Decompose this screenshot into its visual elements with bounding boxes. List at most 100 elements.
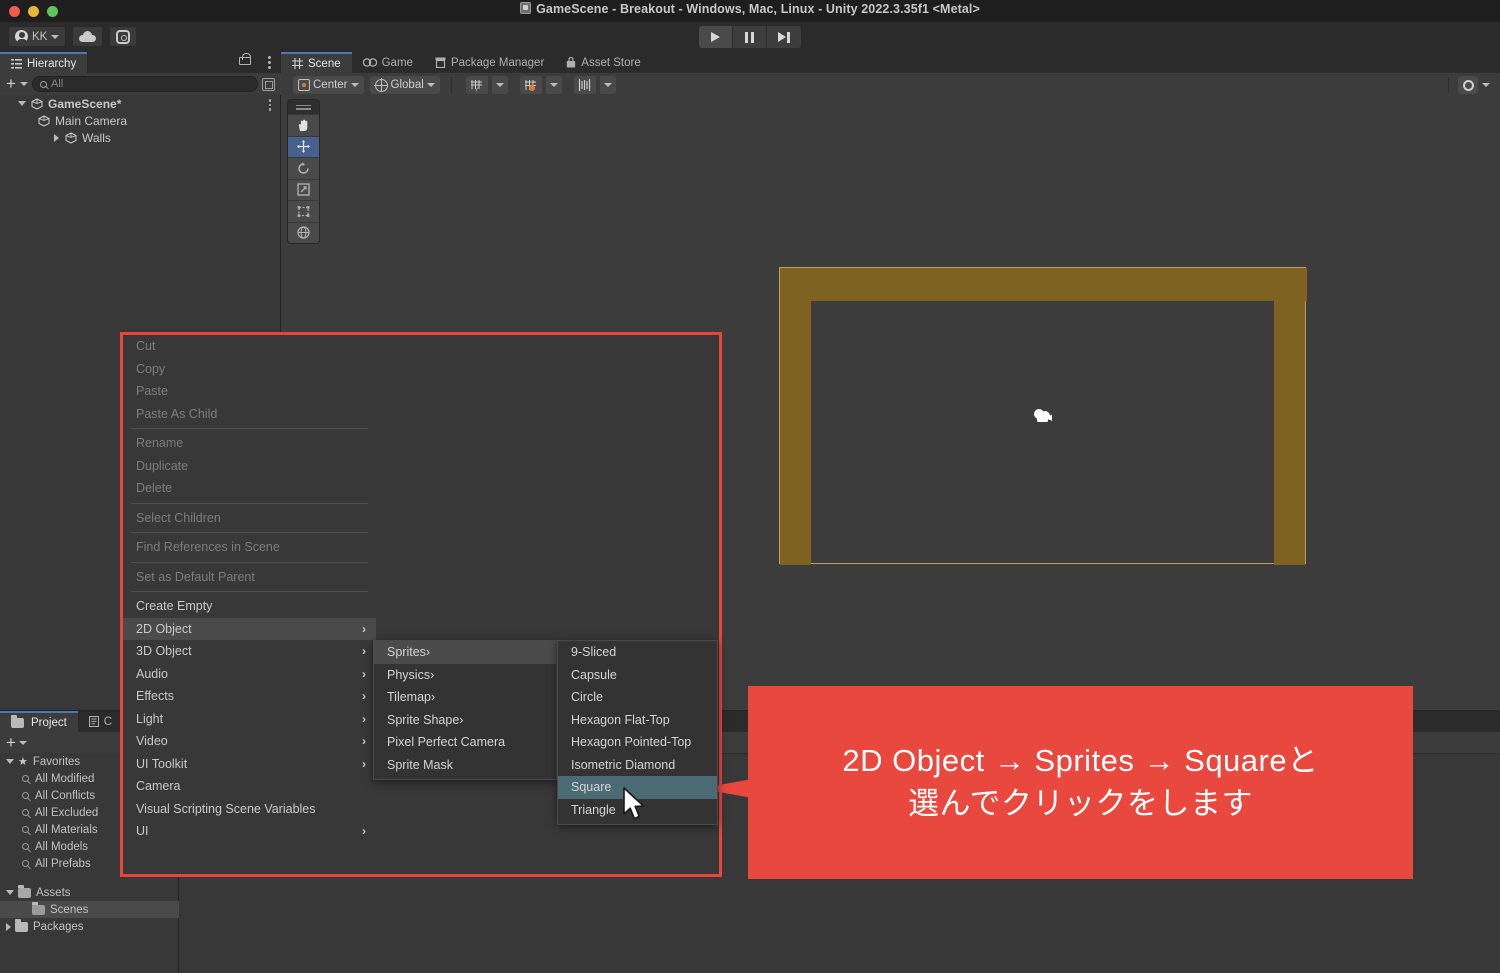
chevron-right-icon[interactable] (6, 922, 11, 931)
menu-item-find-references-in-scene[interactable]: Find References in Scene (123, 536, 376, 559)
project-item-scenes[interactable]: Scenes (0, 901, 179, 918)
menu-item-hexagon-flat-top[interactable]: Hexagon Flat-Top (558, 709, 717, 732)
pause-icon (745, 31, 754, 43)
menu-item-label: Pixel Perfect Camera (387, 735, 506, 750)
move-tool-button[interactable] (288, 135, 319, 157)
scene-tool-palette (287, 99, 320, 244)
layers-button[interactable] (573, 76, 596, 94)
project-add-button[interactable]: + (6, 734, 16, 751)
menu-item-label: Circle (571, 690, 603, 705)
step-button[interactable] (767, 26, 801, 48)
menu-item-label: Hexagon Pointed-Top (571, 735, 692, 750)
hierarchy-search-input[interactable]: All (31, 76, 258, 92)
callout-line-2: 選んでクリックをします (908, 785, 1253, 821)
menu-item-cut[interactable]: Cut (123, 335, 376, 358)
menu-item-ui-toolkit[interactable]: UI Toolkit › (123, 753, 376, 776)
menu-item-9-sliced[interactable]: 9-Sliced (558, 641, 717, 664)
hierarchy-item-main-camera[interactable]: Main Camera (0, 112, 281, 129)
tab-asset-store[interactable]: Asset Store (555, 52, 651, 73)
menu-item-duplicate[interactable]: Duplicate (123, 455, 376, 478)
menu-item-visual-scripting-scene-variables[interactable]: Visual Scripting Scene Variables (123, 798, 376, 821)
account-button[interactable]: KK (8, 26, 67, 47)
menu-item-sprite-shape[interactable]: Sprite Shape › (374, 709, 556, 732)
pause-button[interactable] (733, 26, 767, 48)
lock-icon[interactable] (239, 53, 251, 65)
hand-tool-button[interactable] (288, 114, 319, 136)
tab-console[interactable]: C (78, 711, 123, 732)
search-icon (22, 792, 29, 799)
tool-palette-drag-handle[interactable] (288, 100, 319, 114)
menu-item-set-as-default-parent[interactable]: Set as Default Parent (123, 566, 376, 589)
menu-item-physics[interactable]: Physics › (374, 664, 556, 687)
menu-item-tilemap[interactable]: Tilemap › (374, 686, 556, 709)
hierarchy-item-walls[interactable]: Walls (0, 129, 281, 146)
menu-item-circle[interactable]: Circle (558, 686, 717, 709)
chevron-down-icon[interactable] (18, 740, 27, 745)
menu-item-hexagon-pointed-top[interactable]: Hexagon Pointed-Top (558, 731, 717, 754)
project-item-assets[interactable]: Assets (0, 884, 179, 901)
layers-group (571, 76, 619, 94)
menu-item-sprites[interactable]: Sprites › (374, 641, 556, 664)
project-item-packages[interactable]: Packages (0, 918, 179, 935)
transform-tool-button[interactable] (288, 221, 319, 243)
menu-item-paste-as-child[interactable]: Paste As Child (123, 403, 376, 426)
handle-space-dropdown[interactable]: Global (369, 76, 440, 94)
scene-menu-icon[interactable] (268, 99, 271, 113)
menu-item-label: 9-Sliced (571, 645, 617, 660)
tab-package-manager[interactable]: Package Manager (424, 52, 555, 73)
menu-item-video[interactable]: Video › (123, 730, 376, 753)
menu-item-ui[interactable]: UI › (123, 820, 376, 843)
chevron-down-icon[interactable] (18, 101, 26, 106)
menu-item-pixel-perfect-camera[interactable]: Pixel Perfect Camera (374, 731, 556, 754)
chevron-right-icon: › (362, 711, 366, 726)
chevron-down-icon[interactable] (6, 890, 14, 895)
chevron-right-icon: › (362, 666, 366, 681)
grid-axis-button[interactable]: Y (465, 76, 488, 94)
menu-item-copy[interactable]: Copy (123, 358, 376, 381)
tab-project[interactable]: Project (0, 711, 78, 732)
grid-axis-dropdown[interactable] (491, 76, 508, 94)
chevron-down-icon[interactable] (1482, 83, 1490, 87)
grid-snap-button[interactable] (519, 76, 542, 94)
layers-dropdown[interactable] (599, 76, 616, 94)
scale-tool-button[interactable] (288, 178, 319, 200)
gizmo-circle-icon (1462, 79, 1474, 91)
camera-gizmo-icon[interactable] (1031, 406, 1055, 428)
chevron-down-icon (549, 83, 558, 87)
tab-hierarchy[interactable]: Hierarchy (0, 52, 88, 73)
menu-item-camera[interactable]: Camera (123, 775, 376, 798)
menu-item-isometric-diamond[interactable]: Isometric Diamond (558, 754, 717, 777)
chevron-right-icon[interactable] (54, 133, 59, 142)
menu-item-capsule[interactable]: Capsule (558, 664, 717, 687)
pivot-mode-dropdown[interactable]: Center (293, 76, 364, 94)
menu-item-2d-object[interactable]: 2D Object › (123, 617, 376, 640)
menu-item-light[interactable]: Light › (123, 708, 376, 731)
rect-tool-button[interactable] (288, 200, 319, 222)
hierarchy-item-gamescene[interactable]: GameScene* (0, 95, 281, 112)
cloud-button[interactable] (72, 26, 104, 47)
tab-scene[interactable]: Scene (281, 52, 352, 73)
rotate-tool-button[interactable] (288, 157, 319, 179)
sub-scene-filter-icon[interactable] (262, 77, 275, 91)
menu-item-select-children[interactable]: Select Children (123, 507, 376, 530)
chevron-down-icon[interactable] (6, 759, 14, 764)
menu-item-paste[interactable]: Paste (123, 380, 376, 403)
menu-item-create-empty[interactable]: Create Empty (123, 595, 376, 618)
menu-item-rename[interactable]: Rename (123, 432, 376, 455)
transform-icon (297, 226, 310, 239)
menu-item-3d-object[interactable]: 3D Object › (123, 640, 376, 663)
scene-toolbar: Center Global Y (281, 73, 1500, 97)
hierarchy-add-button[interactable]: + (6, 75, 16, 92)
scene-gizmo-toggle[interactable] (1458, 76, 1478, 94)
menu-item-sprite-mask[interactable]: Sprite Mask (374, 754, 556, 777)
chevron-down-icon[interactable] (19, 82, 28, 86)
menu-item-audio[interactable]: Audio › (123, 663, 376, 686)
play-button[interactable] (699, 26, 733, 48)
grid-axis-group: Y (463, 76, 511, 94)
hierarchy-menu-icon[interactable] (268, 56, 271, 71)
grid-snap-dropdown[interactable] (545, 76, 562, 94)
menu-item-delete[interactable]: Delete (123, 477, 376, 500)
settings-button[interactable] (109, 26, 138, 47)
menu-item-effects[interactable]: Effects › (123, 685, 376, 708)
tab-game[interactable]: Game (352, 52, 424, 73)
